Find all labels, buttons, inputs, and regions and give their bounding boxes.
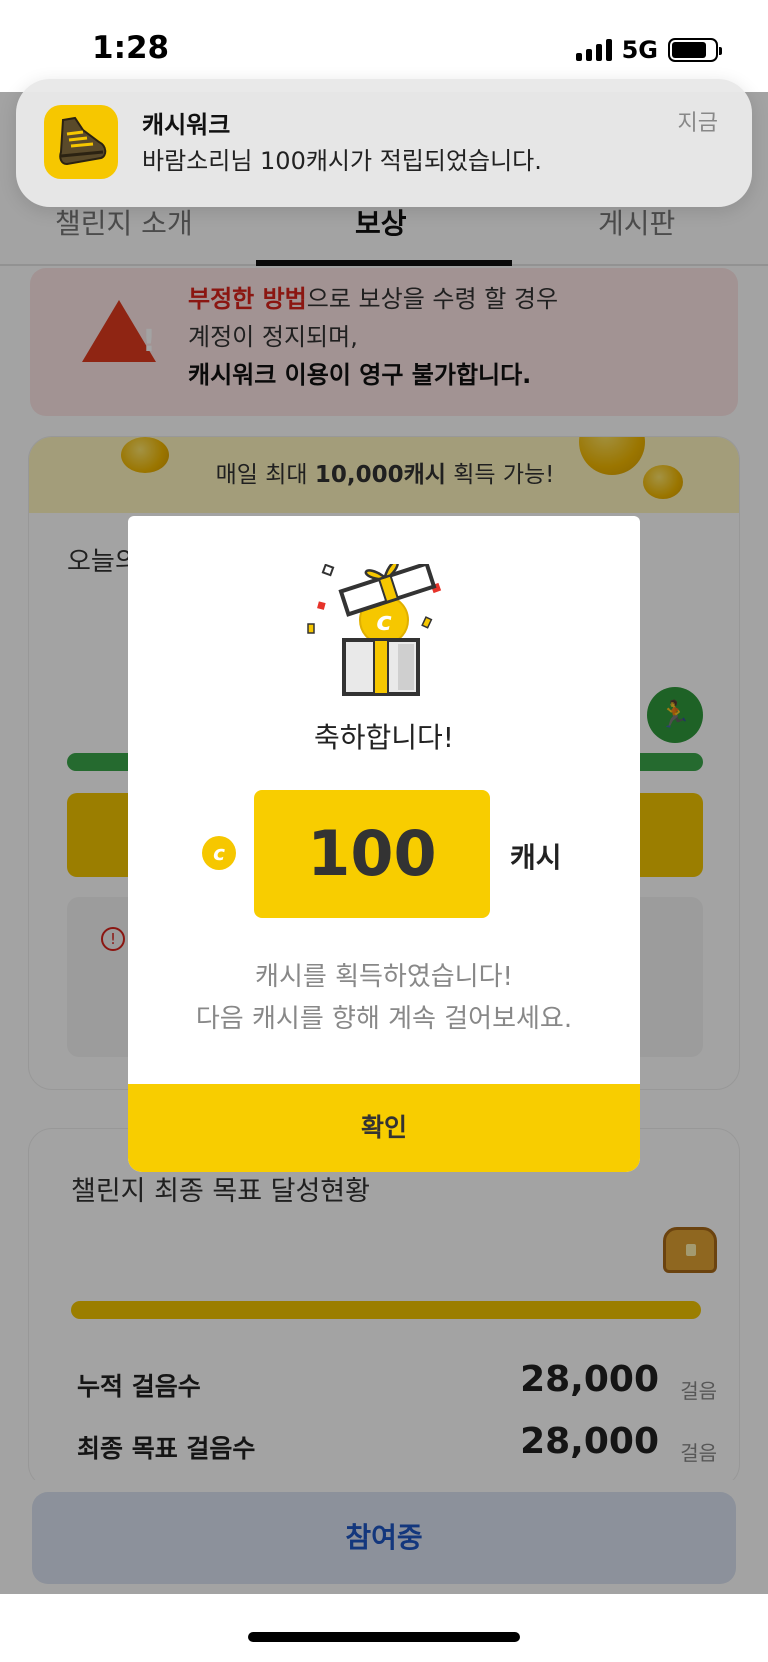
notification-time: 지금 [677, 111, 718, 136]
status-time: 1:28 [92, 30, 170, 66]
cash-coin-icon: c [202, 836, 236, 870]
reward-amount-unit: 캐시 [510, 841, 562, 874]
app-icon [44, 105, 118, 179]
reward-amount: c 100 캐시 [128, 790, 640, 918]
home-indicator[interactable] [248, 1632, 520, 1642]
sneaker-icon [59, 116, 107, 166]
app-screen: 1:28 5G 챌린지 소개 보상 게시판 ! 부정한 방법으로 보상을 수령 … [0, 0, 768, 1662]
push-notification[interactable]: 캐시워크 바람소리님 100캐시가 적립되었습니다. 지금 [16, 79, 752, 207]
reward-amount-value: 100 [254, 790, 490, 918]
notification-message: 바람소리님 100캐시가 적립되었습니다. [142, 147, 542, 175]
gift-box-icon: c [307, 564, 442, 696]
battery-icon [668, 38, 722, 62]
reward-modal: c 축하합니다! c 100 캐시 캐시를 획득하였습니다! 다음 캐시를 향해… [128, 516, 640, 1172]
confirm-button[interactable]: 확인 [128, 1084, 640, 1172]
network-type: 5G [621, 36, 658, 64]
modal-title: 축하합니다! [313, 721, 455, 754]
status-indicators: 5G [575, 36, 722, 64]
modal-description: 캐시를 획득하였습니다! 다음 캐시를 향해 계속 걸어보세요. [195, 962, 573, 1034]
svg-text:c: c [376, 607, 392, 637]
signal-icon [575, 39, 612, 61]
notification-app-name: 캐시워크 [142, 111, 231, 139]
